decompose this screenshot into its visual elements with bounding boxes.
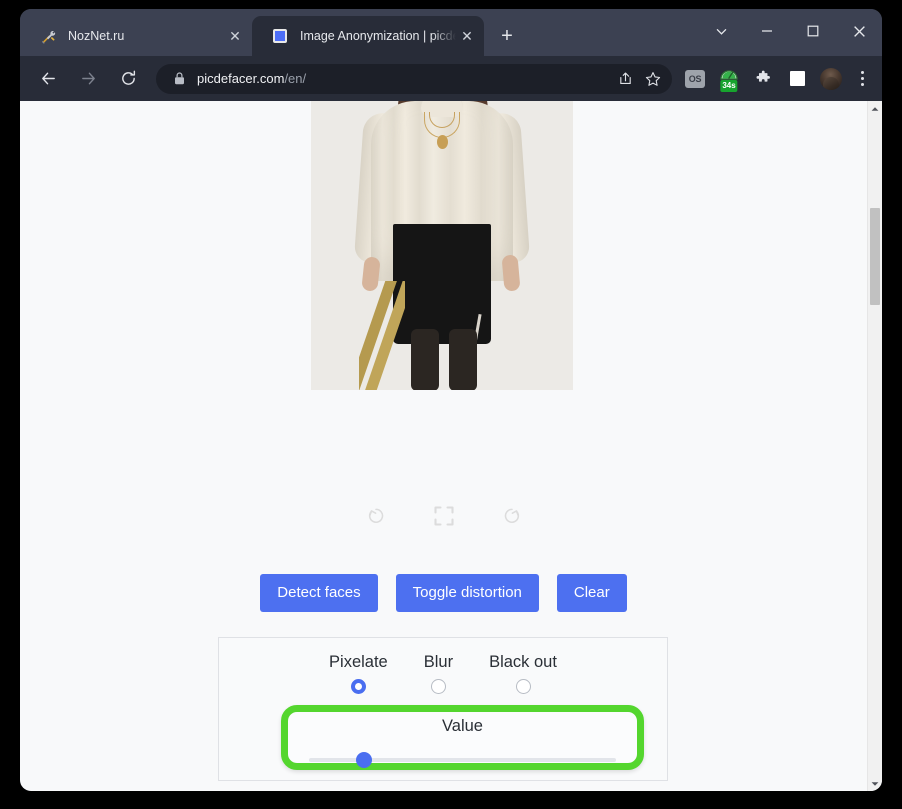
- radio-button-pixelate[interactable]: [350, 679, 366, 694]
- distortion-settings-panel: Pixelate Blur Black out Value: [218, 637, 668, 781]
- url-path: /en/: [284, 71, 307, 86]
- value-highlight-annotation: Value: [281, 705, 644, 770]
- back-arrow-icon[interactable]: [33, 64, 63, 94]
- tab-close-button[interactable]: ✕: [224, 25, 246, 47]
- star-icon[interactable]: [640, 66, 666, 92]
- url-text: picdefacer.com/en/: [197, 71, 610, 86]
- tab-close-button[interactable]: ✕: [456, 25, 478, 47]
- extensions-area: OS 34s: [678, 64, 874, 94]
- tab-strip: NozNet.ru ✕ Image Anonymization | picdef…: [20, 9, 882, 56]
- radio-button-blur[interactable]: [430, 679, 446, 694]
- photo-canvas: [311, 101, 573, 390]
- fullscreen-icon[interactable]: [429, 501, 459, 531]
- close-icon[interactable]: [836, 9, 882, 53]
- three-dots-menu-icon[interactable]: [850, 65, 874, 93]
- radio-label: Pixelate: [329, 653, 388, 671]
- rotate-right-icon[interactable]: [497, 501, 527, 531]
- image-tools-row: [20, 501, 867, 531]
- radio-label: Blur: [423, 653, 454, 671]
- clear-button[interactable]: Clear: [556, 574, 627, 612]
- radio-black-out[interactable]: Black out: [489, 652, 557, 694]
- speed-badge: 34s: [720, 79, 738, 92]
- radio-label: Black out: [489, 653, 557, 671]
- chevron-down-icon[interactable]: [698, 9, 744, 53]
- rotate-left-icon[interactable]: [361, 501, 391, 531]
- address-bar[interactable]: picdefacer.com/en/: [156, 63, 672, 94]
- slider-thumb[interactable]: [356, 752, 373, 768]
- distortion-mode-radios: Pixelate Blur Black out: [219, 652, 667, 694]
- window-controls: [698, 9, 882, 53]
- new-tab-button[interactable]: +: [492, 21, 522, 51]
- maximize-icon[interactable]: [790, 9, 836, 53]
- scroll-down-arrow-icon[interactable]: [868, 776, 882, 791]
- uploaded-image[interactable]: [311, 101, 573, 390]
- reload-icon[interactable]: [113, 64, 143, 94]
- blue-square-icon: [272, 28, 288, 44]
- tools-icon: [40, 28, 56, 44]
- minimize-icon[interactable]: [744, 9, 790, 53]
- radio-pixelate[interactable]: Pixelate: [329, 652, 388, 694]
- white-square-extension-icon[interactable]: [783, 64, 811, 94]
- puzzle-extensions-icon[interactable]: [749, 64, 777, 94]
- value-label: Value: [442, 717, 483, 735]
- speed-extension-icon[interactable]: 34s: [715, 64, 743, 94]
- tab-title: Image Anonymization | picdefacer: [300, 29, 456, 43]
- tab-title: NozNet.ru: [68, 29, 125, 43]
- url-domain: picdefacer.com: [197, 71, 285, 86]
- page-viewport: Detect faces Toggle distortion Clear Pix…: [20, 101, 882, 791]
- browser-toolbar: picdefacer.com/en/ OS 34s: [20, 56, 882, 101]
- share-icon[interactable]: [612, 66, 638, 92]
- scroll-up-arrow-icon[interactable]: [868, 101, 882, 116]
- avatar[interactable]: [817, 64, 845, 94]
- detect-faces-button[interactable]: Detect faces: [260, 574, 378, 612]
- forward-arrow-icon[interactable]: [73, 64, 103, 94]
- page-content: Detect faces Toggle distortion Clear Pix…: [20, 101, 867, 791]
- tab-image-anonymization[interactable]: Image Anonymization | picdefacer ✕: [252, 16, 484, 56]
- radio-button-black-out[interactable]: [515, 679, 531, 694]
- lock-icon: [170, 70, 188, 88]
- toggle-distortion-button[interactable]: Toggle distortion: [395, 574, 539, 612]
- tab-noznet[interactable]: NozNet.ru ✕: [20, 16, 252, 56]
- action-buttons: Detect faces Toggle distortion Clear: [20, 574, 867, 612]
- scrollbar-thumb[interactable]: [870, 208, 880, 305]
- os-extension-icon[interactable]: OS: [681, 64, 709, 94]
- slider-track[interactable]: [309, 758, 616, 762]
- value-slider[interactable]: [309, 752, 616, 768]
- radio-blur[interactable]: Blur: [424, 652, 453, 694]
- browser-window: NozNet.ru ✕ Image Anonymization | picdef…: [20, 9, 882, 791]
- page-scrollbar[interactable]: [867, 101, 882, 791]
